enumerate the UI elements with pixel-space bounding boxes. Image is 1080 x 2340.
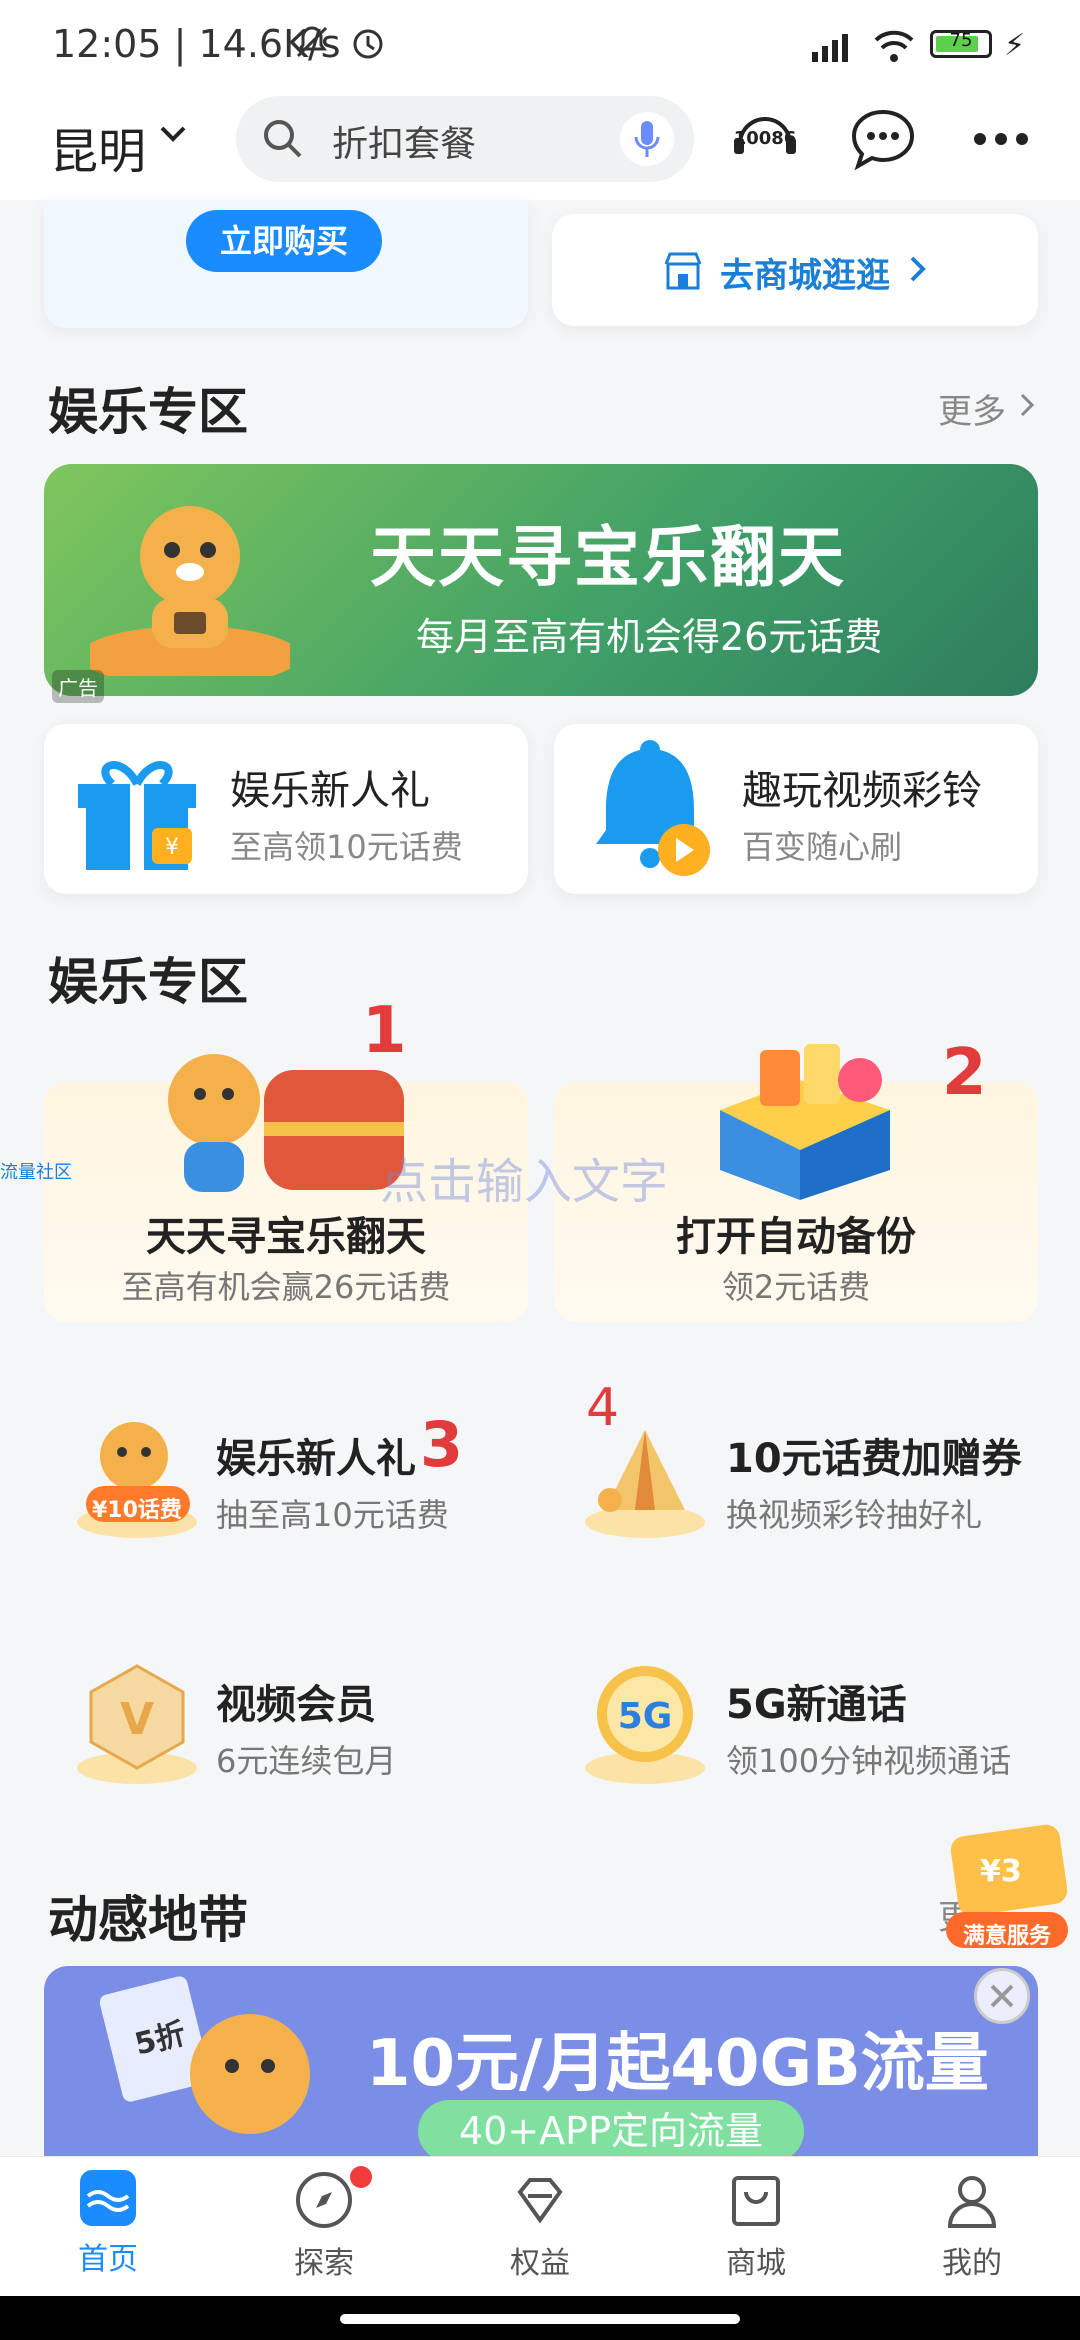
alarm-icon <box>348 22 388 62</box>
grid-title: 娱乐新人礼 <box>216 1436 416 1482</box>
nav-label: 权益 <box>510 2246 570 2281</box>
message-icon[interactable] <box>848 104 918 174</box>
annotation-mark-1: 1 <box>362 994 407 1068</box>
card-subtitle: 至高领10元话费 <box>230 828 463 866</box>
nav-explore[interactable]: 探索 <box>264 2166 384 2282</box>
svg-text:V: V <box>120 1694 154 1745</box>
bag-icon <box>726 2170 786 2230</box>
satisfaction-service-float[interactable]: ¥3 满意服务 <box>940 1820 1074 1954</box>
tiger-mascot-illustration <box>80 486 300 686</box>
annotation-mark-2: 2 <box>942 1036 987 1110</box>
more-link[interactable]: 更多 <box>938 384 1006 433</box>
5g-call-icon: 5G <box>580 1656 710 1786</box>
float-amount: ¥3 <box>980 1854 1022 1889</box>
svg-text:5G: 5G <box>618 1696 673 1737</box>
video-vip-icon: V <box>72 1656 202 1786</box>
bell-icon <box>580 740 720 880</box>
banner-title: 天天寻宝乐翻天 <box>370 519 846 596</box>
city-selector[interactable]: 昆明 <box>50 112 146 182</box>
card-title: 趣玩视频彩铃 <box>742 768 982 814</box>
tent-icon <box>580 1410 710 1540</box>
grid-title: 视频会员 <box>216 1682 376 1728</box>
annotation-mark-3: 3 <box>420 1408 464 1481</box>
grid-subtitle: 抽至高10元话费 <box>216 1496 449 1534</box>
home-indicator[interactable] <box>340 2314 740 2324</box>
mute-icon <box>292 22 332 62</box>
tiger-discount-illustration: 5折 <box>99 1974 320 2156</box>
section-title-dynamic-zone: 动感地带 <box>48 1891 248 1949</box>
coupon-badge: ¥10话费 <box>92 1498 182 1523</box>
diamond-icon <box>510 2170 570 2230</box>
battery-icon: 75 <box>930 30 1000 62</box>
section-title-entertainment: 娱乐专区 <box>48 383 248 441</box>
store-icon <box>662 250 704 292</box>
tile-subtitle: 领2元话费 <box>721 1268 871 1306</box>
home-icon <box>80 2170 136 2226</box>
service-10086-icon[interactable]: 10086 <box>730 104 800 174</box>
card-title: 娱乐新人礼 <box>230 768 430 814</box>
grid-subtitle: 6元连续包月 <box>216 1742 397 1780</box>
nav-mine[interactable]: 我的 <box>912 2170 1032 2282</box>
service-number-label: 10086 <box>733 128 797 149</box>
chevron-down-icon[interactable] <box>158 118 188 148</box>
nav-home[interactable]: 首页 <box>48 2170 168 2278</box>
tile-title: 打开自动备份 <box>676 1214 916 1260</box>
side-tag[interactable]: 流量社区 <box>0 1158 72 1184</box>
tile-title: 天天寻宝乐翻天 <box>146 1214 426 1260</box>
user-icon <box>942 2170 1002 2230</box>
banner-headline: 10元/月起40GB流量 <box>366 2027 989 2101</box>
buy-now-button[interactable]: 立即购买 <box>186 210 382 272</box>
search-input[interactable]: 折扣套餐 <box>332 115 476 167</box>
mic-icon[interactable] <box>620 112 674 166</box>
gift-box-illustration <box>700 1030 920 1200</box>
banner-subtitle: 每月至高有机会得26元话费 <box>416 615 883 659</box>
nav-label: 探索 <box>294 2246 354 2281</box>
mall-link[interactable]: 去商城逛逛 <box>720 248 890 297</box>
gift-icon: ¥ <box>72 744 202 874</box>
tile-subtitle: 至高有机会赢26元话费 <box>121 1268 451 1306</box>
grid-subtitle: 领100分钟视频通话 <box>726 1742 1012 1780</box>
close-icon[interactable] <box>974 1968 1030 2024</box>
chevron-right-icon <box>906 254 930 284</box>
banner-pill: 40+APP定向流量 <box>418 2100 804 2162</box>
float-label: 满意服务 <box>962 1924 1051 1949</box>
nav-benefits[interactable]: 权益 <box>480 2170 600 2282</box>
ad-label: 广告 <box>52 670 104 703</box>
more-icon[interactable] <box>966 104 1036 174</box>
nav-mall[interactable]: 商城 <box>696 2170 816 2282</box>
nav-label: 首页 <box>78 2242 138 2277</box>
compass-icon <box>294 2166 372 2230</box>
nav-label: 我的 <box>942 2246 1002 2281</box>
svg-text:¥: ¥ <box>165 835 179 860</box>
more-chevron-icon[interactable] <box>1018 390 1038 420</box>
card-subtitle: 百变随心刷 <box>742 828 903 866</box>
charging-icon: ⚡ <box>1004 28 1026 63</box>
tiger-coupon-icon: ¥10话费 <box>72 1410 202 1540</box>
grid-title: 5G新通话 <box>726 1682 907 1728</box>
grid-title: 10元话费加赠券 <box>726 1436 1022 1482</box>
text-input-overlay[interactable]: 点击输入文字 <box>380 1142 668 1212</box>
section-title-entertainment-2: 娱乐专区 <box>48 953 248 1011</box>
wifi-icon <box>872 26 916 66</box>
nav-label: 商城 <box>726 2246 786 2281</box>
notification-dot <box>350 2166 372 2188</box>
signal-icon <box>808 28 858 64</box>
grid-subtitle: 换视频彩铃抽好礼 <box>726 1496 983 1534</box>
search-icon <box>260 116 304 160</box>
